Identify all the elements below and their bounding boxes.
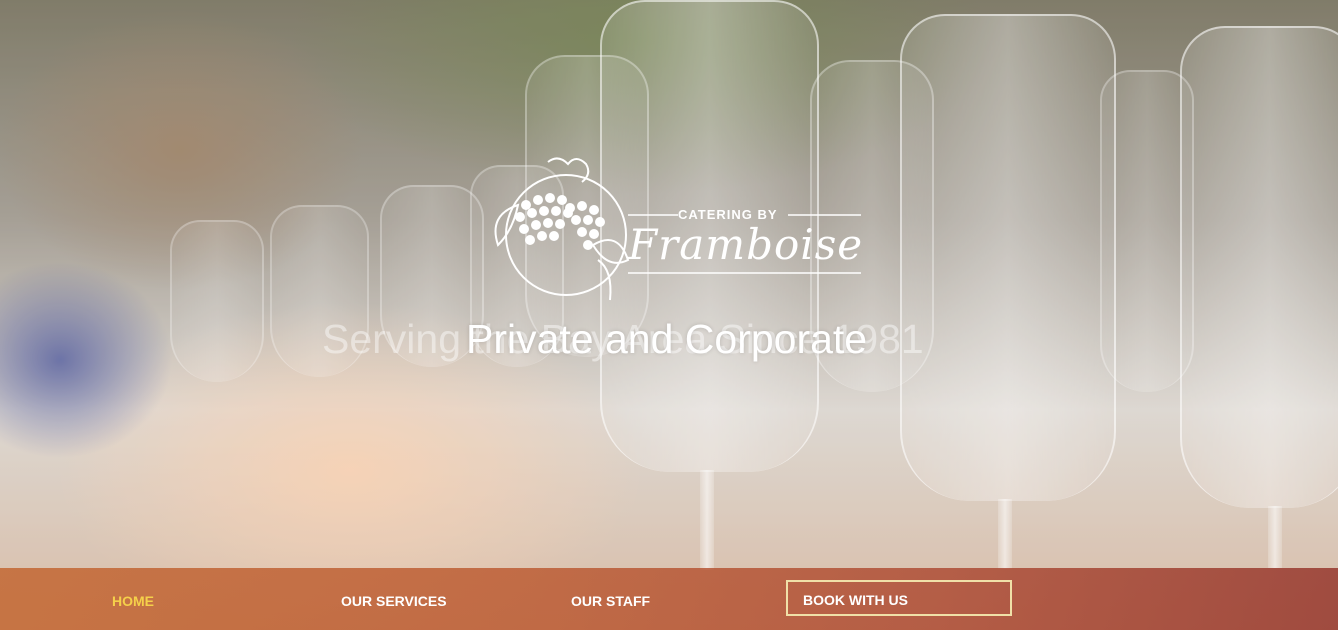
framboise-logo[interactable]: CATERING BY Framboise — [478, 150, 868, 305]
nav-our-staff[interactable]: OUR STAFF — [571, 593, 650, 609]
tagline-current: Private and Corporate — [466, 316, 868, 362]
bottom-navigation: HOME OUR SERVICES OUR STAFF BOOK WITH US — [0, 568, 1338, 630]
book-with-us-button[interactable]: BOOK WITH US — [786, 580, 1012, 616]
nav-home[interactable]: HOME — [112, 593, 154, 609]
logo-wordmark: Framboise — [628, 220, 864, 269]
hero-tagline: Serving the Bay Area Since 1981 Private … — [0, 312, 1338, 372]
nav-our-services[interactable]: OUR SERVICES — [341, 593, 447, 609]
book-with-us-label: BOOK WITH US — [803, 592, 908, 608]
